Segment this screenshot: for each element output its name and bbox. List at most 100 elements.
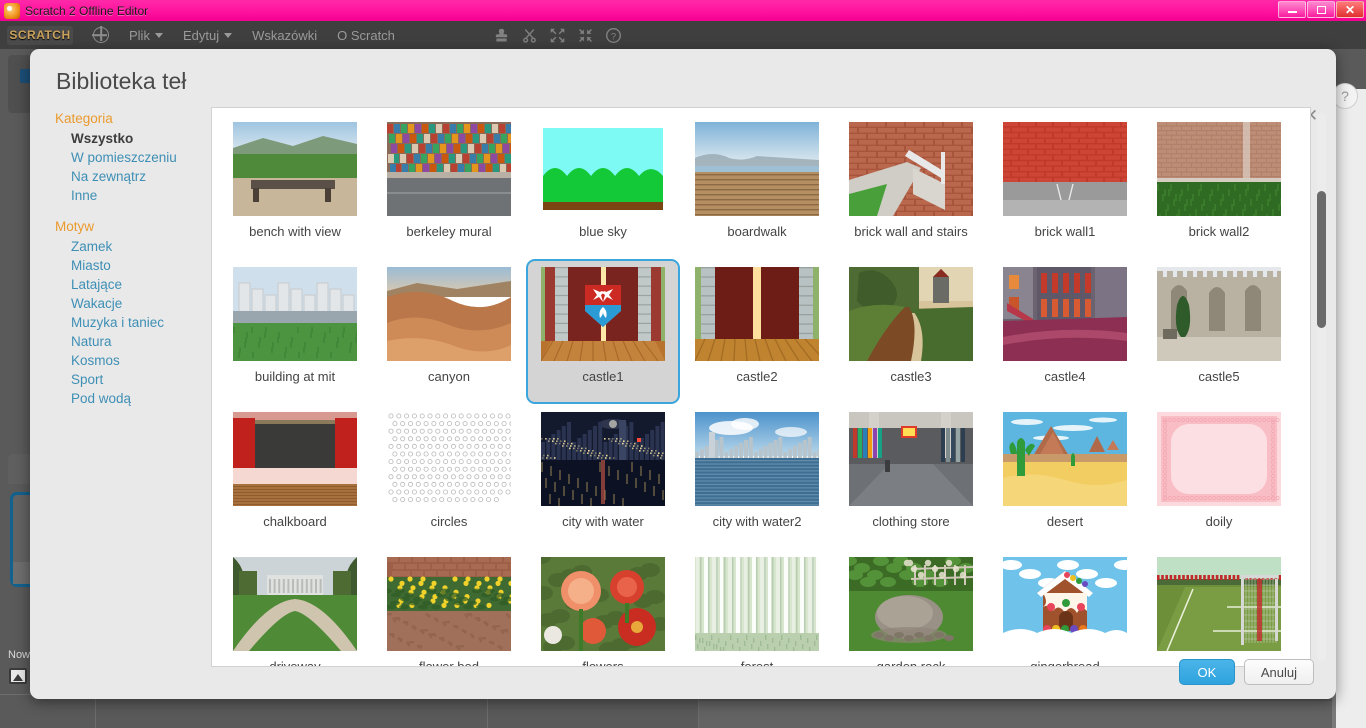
backdrop-thumbnail-forest (695, 557, 819, 651)
new-backdrop-label: Now (8, 649, 31, 661)
backdrop-item[interactable]: castle4 (988, 259, 1142, 404)
scratch-logo: SCRATCH (7, 25, 73, 45)
backdrop-label: city with water2 (712, 514, 802, 529)
help-icon[interactable]: ? (605, 27, 622, 44)
sidebar-item-w-pomieszczeniu[interactable]: W pomieszczeniu (55, 148, 210, 167)
backdrop-thumbnail-driveway (233, 557, 357, 651)
backdrop-item[interactable]: city with water2 (680, 404, 834, 549)
sidebar-item-na-zewnątrz[interactable]: Na zewnątrz (55, 167, 210, 186)
backdrop-label: boardwalk (727, 224, 787, 239)
backdrop-item[interactable]: flowers (526, 549, 680, 666)
backdrop-item[interactable]: castle5 (1142, 259, 1296, 404)
sidebar-item-miasto[interactable]: Miasto (55, 256, 210, 275)
backdrop-thumbnail-canyon (387, 267, 511, 361)
backdrop-thumbnail-castle1 (541, 267, 665, 361)
backdrop-item[interactable]: driveway (218, 549, 372, 667)
backdrop-item[interactable]: canyon (372, 259, 526, 404)
backdrop-item[interactable]: castle1 (526, 259, 680, 404)
scissors-icon[interactable] (521, 27, 538, 44)
shrink-icon[interactable] (577, 27, 594, 44)
scrollbar-thumb[interactable] (1317, 191, 1326, 328)
category-sidebar: Kategoria Wszystko W pomieszczeniu Na zewną… (55, 111, 210, 408)
sidebar-item-latające[interactable]: Latające (55, 275, 210, 294)
menu-item-wskazowki[interactable]: Wskazówki (252, 28, 317, 43)
backdrop-label: castle2 (736, 369, 778, 384)
backdrop-item[interactable]: goal1 (1142, 549, 1296, 666)
ok-button[interactable]: OK (1178, 659, 1235, 685)
backdrop-item[interactable]: castle2 (680, 259, 834, 404)
image-icon[interactable] (9, 668, 27, 684)
backdrop-item[interactable]: brick wall1 (988, 114, 1142, 259)
sidebar-item-kosmos[interactable]: Kosmos (55, 351, 210, 370)
sidebar-heading-kategoria: Kategoria (55, 111, 113, 126)
backdrop-item[interactable]: doily (1142, 404, 1296, 549)
backdrop-item[interactable]: circles (372, 404, 526, 549)
sidebar-item-natura[interactable]: Natura (55, 332, 210, 351)
backdrop-item[interactable]: brick wall2 (1142, 114, 1296, 259)
backdrop-thumbnail-chalkboard (233, 412, 357, 506)
backdrop-label: blue sky (579, 224, 627, 239)
menu-item-edytuj[interactable]: Edytuj (183, 28, 233, 43)
menu-item-plik[interactable]: Plik (129, 28, 163, 43)
backdrop-label: brick wall and stairs (854, 224, 968, 239)
backdrop-item[interactable]: bench with view (218, 114, 372, 259)
backdrop-thumbnail-brick2 (1157, 122, 1281, 216)
backdrop-thumbnail-gingerbread (1003, 557, 1127, 651)
menu-item-wskazowki-label: Wskazówki (252, 27, 318, 43)
bottom-band (698, 701, 1338, 728)
backdrop-item[interactable]: clothing store (834, 404, 988, 549)
grow-icon[interactable] (549, 27, 566, 44)
backdrop-item[interactable]: flower bed (372, 549, 526, 667)
sidebar-item-pod-wodą[interactable]: Pod wodą (55, 389, 210, 408)
backdrop-item[interactable]: brick wall and stairs (834, 114, 988, 259)
backdrop-thumbnail-gardenrock (849, 557, 973, 651)
sidebar-item-wakacje[interactable]: Wakacje (55, 294, 210, 313)
backdrop-item[interactable]: castle3 (834, 259, 988, 404)
sidebar-item-inne[interactable]: Inne (55, 186, 210, 205)
backdrop-thumbnail-flowers (541, 557, 665, 651)
sidebar-item-wszystko[interactable]: Wszystko (55, 129, 210, 148)
backdrop-item[interactable]: building at mit (218, 259, 372, 404)
backdrop-item[interactable]: forest (680, 549, 834, 666)
backdrop-thumbnail-mural (387, 122, 511, 216)
backdrop-label: flower bed (419, 659, 479, 667)
backdrop-thumbnail-castle4 (1003, 267, 1127, 361)
backdrop-grid-container[interactable]: bench with view berkeley mural blue sky boa… (211, 107, 1311, 667)
sidebar-item-sport[interactable]: Sport (55, 370, 210, 389)
sidebar-item-zamek[interactable]: Zamek (55, 237, 210, 256)
scratch-app-icon (4, 2, 20, 19)
backdrop-item[interactable]: blue sky (526, 114, 680, 259)
app-menubar: SCRATCH Plik Edytuj Wskazówki O Scratch … (0, 21, 1366, 49)
backdrop-label: driveway (269, 659, 321, 667)
window-controls: ✕ (1278, 1, 1364, 18)
backdrop-item[interactable]: berkeley mural (372, 114, 526, 259)
close-window-button[interactable]: ✕ (1336, 1, 1364, 18)
backdrop-thumbnail-clothing (849, 412, 973, 506)
backdrop-label: clothing store (872, 514, 950, 529)
backdrop-thumbnail-cityday (695, 412, 819, 506)
backdrop-label: city with water (562, 514, 644, 529)
backdrop-thumbnail-castle5 (1157, 267, 1281, 361)
backdrop-item[interactable]: gingerbread (988, 549, 1142, 666)
minimize-button[interactable] (1278, 1, 1306, 18)
menu-item-o-scratch[interactable]: O Scratch (337, 28, 395, 43)
backdrop-item[interactable]: desert (988, 404, 1142, 549)
cancel-button[interactable]: Anuluj (1243, 659, 1314, 685)
backdrop-item[interactable]: city with water (526, 404, 680, 549)
backdrop-item[interactable]: boardwalk (680, 114, 834, 259)
svg-text:?: ? (611, 31, 616, 41)
backdrop-label: doily (1205, 514, 1233, 529)
backdrop-item[interactable]: garden rock (834, 549, 988, 666)
scrollbar-track[interactable] (1317, 113, 1326, 661)
backdrop-item[interactable]: chalkboard (218, 404, 372, 549)
backdrop-label: canyon (428, 369, 470, 384)
sidebar-item-muzyka-i-taniec[interactable]: Muzyka i taniec (55, 313, 210, 332)
toolbar-icons: ? (493, 21, 622, 49)
backdrop-thumbnail-desert (1003, 412, 1127, 506)
backdrop-thumbnail-bench (233, 122, 357, 216)
backdrop-thumbnail-citynight (541, 412, 665, 506)
backdrop-library-dialog: Biblioteka teł ✕ Kategoria Wszystko W pomi… (30, 49, 1336, 699)
globe-icon[interactable] (93, 27, 109, 43)
stamp-icon[interactable] (493, 27, 510, 44)
maximize-button[interactable] (1307, 1, 1335, 18)
